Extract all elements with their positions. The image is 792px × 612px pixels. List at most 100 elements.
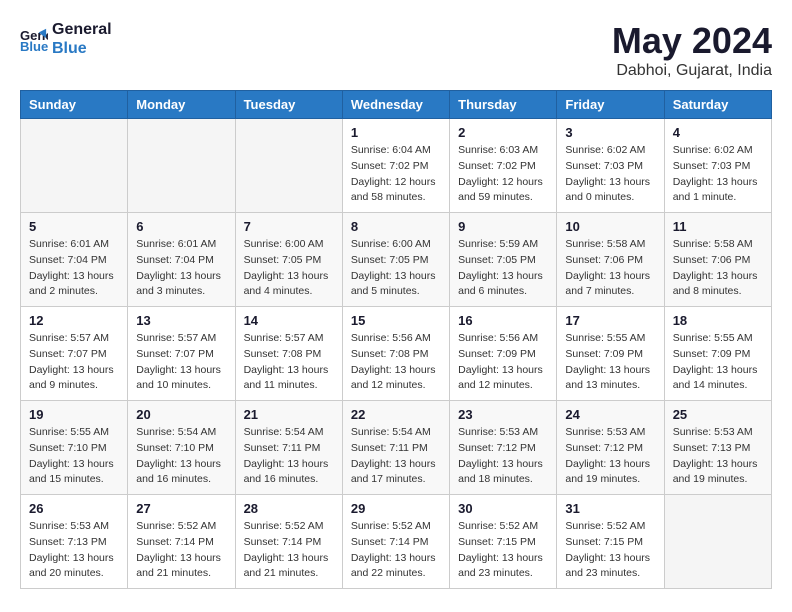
- calendar-day-cell: 19 Sunrise: 5:55 AM Sunset: 7:10 PM Dayli…: [21, 401, 128, 495]
- day-number: 27: [136, 501, 226, 516]
- calendar-day-cell: 17 Sunrise: 5:55 AM Sunset: 7:09 PM Dayli…: [557, 307, 664, 401]
- day-number: 12: [29, 313, 119, 328]
- calendar-day-cell: 29 Sunrise: 5:52 AM Sunset: 7:14 PM Dayli…: [342, 495, 449, 589]
- calendar-day-cell: 20 Sunrise: 5:54 AM Sunset: 7:10 PM Dayli…: [128, 401, 235, 495]
- day-info: Sunrise: 5:58 AM Sunset: 7:06 PM Dayligh…: [673, 237, 763, 300]
- day-number: 30: [458, 501, 548, 516]
- day-info: Sunrise: 6:00 AM Sunset: 7:05 PM Dayligh…: [351, 237, 441, 300]
- calendar-day-cell: 10 Sunrise: 5:58 AM Sunset: 7:06 PM Dayli…: [557, 213, 664, 307]
- day-info: Sunrise: 5:54 AM Sunset: 7:11 PM Dayligh…: [351, 425, 441, 488]
- calendar-day-cell: [664, 495, 771, 589]
- calendar-day-cell: 11 Sunrise: 5:58 AM Sunset: 7:06 PM Dayli…: [664, 213, 771, 307]
- header: General Blue General Blue May 2024 Dabho…: [20, 20, 772, 80]
- day-number: 18: [673, 313, 763, 328]
- calendar-day-cell: 28 Sunrise: 5:52 AM Sunset: 7:14 PM Dayli…: [235, 495, 342, 589]
- calendar-day-cell: 6Sunrise: 6:01 AM Sunset: 7:04 PM Daylig…: [128, 213, 235, 307]
- day-number: 23: [458, 407, 548, 422]
- day-info: Sunrise: 5:55 AM Sunset: 7:09 PM Dayligh…: [565, 331, 655, 394]
- calendar-day-cell: 7Sunrise: 6:00 AM Sunset: 7:05 PM Daylig…: [235, 213, 342, 307]
- calendar-week-row: 26 Sunrise: 5:53 AM Sunset: 7:13 PM Dayli…: [21, 495, 772, 589]
- day-number: 22: [351, 407, 441, 422]
- day-info: Sunrise: 6:04 AM Sunset: 7:02 PM Dayligh…: [351, 143, 441, 206]
- calendar-day-cell: [235, 119, 342, 213]
- day-info: Sunrise: 5:59 AM Sunset: 7:05 PM Dayligh…: [458, 237, 548, 300]
- calendar-day-cell: 13Sunrise: 5:57 AM Sunset: 7:07 PM Dayli…: [128, 307, 235, 401]
- calendar-title: May 2024: [612, 20, 772, 62]
- day-info: Sunrise: 5:55 AM Sunset: 7:10 PM Dayligh…: [29, 425, 119, 488]
- day-info: Sunrise: 5:55 AM Sunset: 7:09 PM Dayligh…: [673, 331, 763, 394]
- day-info: Sunrise: 5:56 AM Sunset: 7:08 PM Dayligh…: [351, 331, 441, 394]
- calendar-day-cell: 16Sunrise: 5:56 AM Sunset: 7:09 PM Dayli…: [450, 307, 557, 401]
- day-number: 10: [565, 219, 655, 234]
- day-info: Sunrise: 5:58 AM Sunset: 7:06 PM Dayligh…: [565, 237, 655, 300]
- calendar-day-cell: 9 Sunrise: 5:59 AM Sunset: 7:05 PM Daylig…: [450, 213, 557, 307]
- calendar-table: SundayMondayTuesdayWednesdayThursdayFrid…: [20, 90, 772, 589]
- day-number: 31: [565, 501, 655, 516]
- day-number: 26: [29, 501, 119, 516]
- calendar-day-cell: 14 Sunrise: 5:57 AM Sunset: 7:08 PM Dayli…: [235, 307, 342, 401]
- day-info: Sunrise: 5:52 AM Sunset: 7:14 PM Dayligh…: [244, 519, 334, 582]
- day-number: 21: [244, 407, 334, 422]
- day-number: 19: [29, 407, 119, 422]
- calendar-day-cell: 27 Sunrise: 5:52 AM Sunset: 7:14 PM Dayli…: [128, 495, 235, 589]
- logo: General Blue General Blue: [20, 20, 112, 58]
- day-number: 25: [673, 407, 763, 422]
- day-info: Sunrise: 5:57 AM Sunset: 7:07 PM Dayligh…: [29, 331, 119, 394]
- calendar-day-cell: [128, 119, 235, 213]
- calendar-day-cell: 21 Sunrise: 5:54 AM Sunset: 7:11 PM Dayli…: [235, 401, 342, 495]
- day-number: 8: [351, 219, 441, 234]
- calendar-day-cell: 24Sunrise: 5:53 AM Sunset: 7:12 PM Dayli…: [557, 401, 664, 495]
- day-number: 2: [458, 125, 548, 140]
- weekday-header-cell: Wednesday: [342, 91, 449, 119]
- day-number: 3: [565, 125, 655, 140]
- day-number: 15: [351, 313, 441, 328]
- calendar-body: 1 Sunrise: 6:04 AM Sunset: 7:02 PM Daylig…: [21, 119, 772, 589]
- calendar-day-cell: 12 Sunrise: 5:57 AM Sunset: 7:07 PM Dayli…: [21, 307, 128, 401]
- weekday-header-row: SundayMondayTuesdayWednesdayThursdayFrid…: [21, 91, 772, 119]
- day-number: 4: [673, 125, 763, 140]
- day-info: Sunrise: 5:53 AM Sunset: 7:12 PM Dayligh…: [458, 425, 548, 488]
- day-number: 20: [136, 407, 226, 422]
- weekday-header-cell: Sunday: [21, 91, 128, 119]
- weekday-header-cell: Saturday: [664, 91, 771, 119]
- day-number: 9: [458, 219, 548, 234]
- title-area: May 2024 Dabhoi, Gujarat, India: [612, 20, 772, 80]
- day-info: Sunrise: 5:53 AM Sunset: 7:13 PM Dayligh…: [29, 519, 119, 582]
- calendar-day-cell: [21, 119, 128, 213]
- day-number: 11: [673, 219, 763, 234]
- calendar-day-cell: 23 Sunrise: 5:53 AM Sunset: 7:12 PM Dayli…: [450, 401, 557, 495]
- day-number: 28: [244, 501, 334, 516]
- day-info: Sunrise: 5:57 AM Sunset: 7:07 PM Dayligh…: [136, 331, 226, 394]
- weekday-header-cell: Thursday: [450, 91, 557, 119]
- calendar-day-cell: 22 Sunrise: 5:54 AM Sunset: 7:11 PM Dayli…: [342, 401, 449, 495]
- day-info: Sunrise: 5:53 AM Sunset: 7:13 PM Dayligh…: [673, 425, 763, 488]
- day-info: Sunrise: 5:52 AM Sunset: 7:14 PM Dayligh…: [351, 519, 441, 582]
- calendar-day-cell: 4Sunrise: 6:02 AM Sunset: 7:03 PM Daylig…: [664, 119, 771, 213]
- calendar-day-cell: 5Sunrise: 6:01 AM Sunset: 7:04 PM Daylig…: [21, 213, 128, 307]
- calendar-day-cell: 18 Sunrise: 5:55 AM Sunset: 7:09 PM Dayli…: [664, 307, 771, 401]
- day-number: 16: [458, 313, 548, 328]
- calendar-day-cell: 2Sunrise: 6:03 AM Sunset: 7:02 PM Daylig…: [450, 119, 557, 213]
- day-number: 5: [29, 219, 119, 234]
- calendar-day-cell: 15 Sunrise: 5:56 AM Sunset: 7:08 PM Dayli…: [342, 307, 449, 401]
- day-number: 29: [351, 501, 441, 516]
- day-info: Sunrise: 5:54 AM Sunset: 7:11 PM Dayligh…: [244, 425, 334, 488]
- calendar-week-row: 12 Sunrise: 5:57 AM Sunset: 7:07 PM Dayli…: [21, 307, 772, 401]
- day-info: Sunrise: 5:52 AM Sunset: 7:14 PM Dayligh…: [136, 519, 226, 582]
- calendar-day-cell: 26 Sunrise: 5:53 AM Sunset: 7:13 PM Dayli…: [21, 495, 128, 589]
- calendar-day-cell: 3 Sunrise: 6:02 AM Sunset: 7:03 PM Daylig…: [557, 119, 664, 213]
- day-number: 1: [351, 125, 441, 140]
- calendar-week-row: 5Sunrise: 6:01 AM Sunset: 7:04 PM Daylig…: [21, 213, 772, 307]
- day-info: Sunrise: 6:02 AM Sunset: 7:03 PM Dayligh…: [565, 143, 655, 206]
- day-number: 14: [244, 313, 334, 328]
- weekday-header-cell: Friday: [557, 91, 664, 119]
- weekday-header-cell: Monday: [128, 91, 235, 119]
- day-info: Sunrise: 5:57 AM Sunset: 7:08 PM Dayligh…: [244, 331, 334, 394]
- day-number: 17: [565, 313, 655, 328]
- calendar-day-cell: 25 Sunrise: 5:53 AM Sunset: 7:13 PM Dayli…: [664, 401, 771, 495]
- day-info: Sunrise: 5:52 AM Sunset: 7:15 PM Dayligh…: [458, 519, 548, 582]
- calendar-subtitle: Dabhoi, Gujarat, India: [612, 62, 772, 80]
- day-info: Sunrise: 5:53 AM Sunset: 7:12 PM Dayligh…: [565, 425, 655, 488]
- calendar-day-cell: 1 Sunrise: 6:04 AM Sunset: 7:02 PM Daylig…: [342, 119, 449, 213]
- day-info: Sunrise: 5:54 AM Sunset: 7:10 PM Dayligh…: [136, 425, 226, 488]
